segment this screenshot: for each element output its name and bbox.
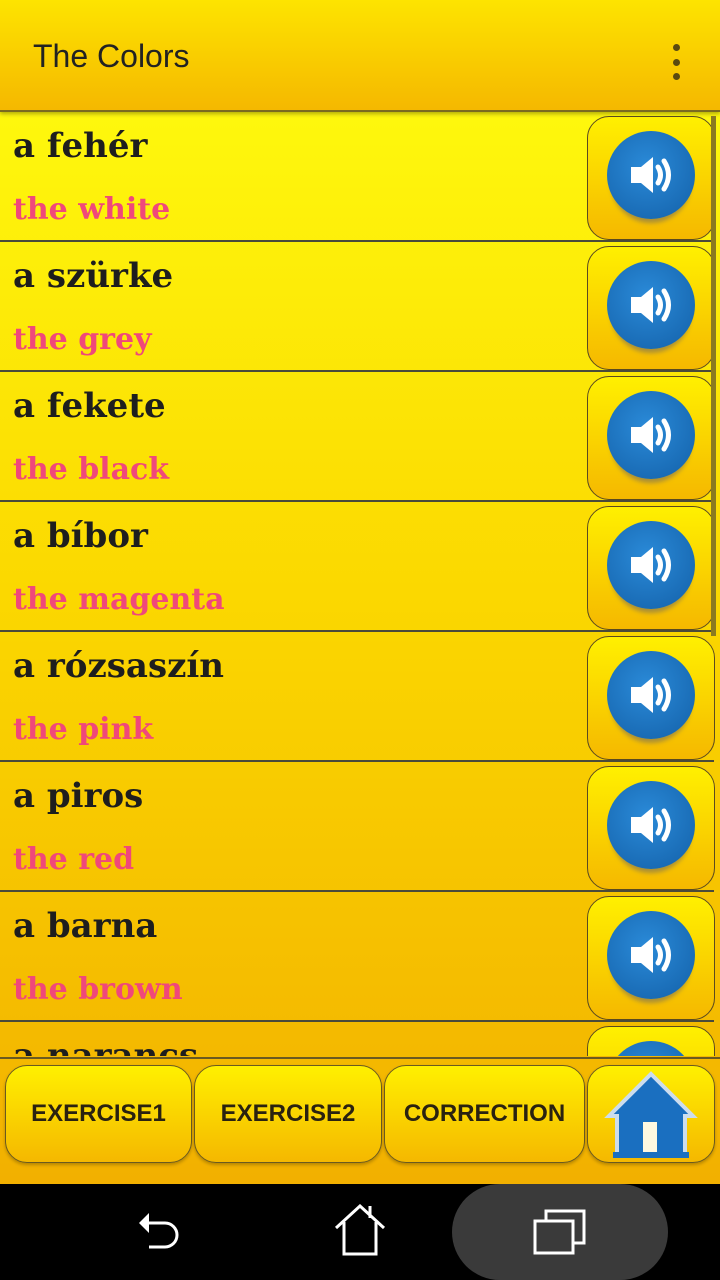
play-audio-button[interactable]	[587, 1026, 715, 1056]
back-button[interactable]	[110, 1184, 210, 1280]
recents-button[interactable]	[452, 1184, 668, 1280]
speaker-icon	[607, 651, 695, 739]
bottom-bar: EXERCISE1 EXERCISE2 CORRECTION	[0, 1057, 720, 1184]
play-audio-button[interactable]	[587, 376, 715, 500]
more-vert-icon[interactable]	[668, 44, 684, 80]
system-nav-bar	[0, 1184, 720, 1280]
scrollbar[interactable]	[711, 116, 716, 636]
word-row[interactable]: a barna the brown	[0, 892, 715, 1022]
word-row[interactable]: a szürke the grey	[0, 242, 715, 372]
hungarian-word: a bíbor	[13, 516, 148, 556]
speaker-icon	[607, 391, 695, 479]
english-translation: the magenta	[13, 582, 225, 617]
home-button[interactable]	[587, 1065, 715, 1163]
word-row[interactable]: a fekete the black	[0, 372, 715, 502]
hungarian-word: a fehér	[13, 126, 148, 166]
hungarian-word: a rózsaszín	[13, 646, 225, 686]
hungarian-word: a piros	[13, 776, 144, 816]
hungarian-word: a fekete	[13, 386, 166, 426]
home-outline-icon	[334, 1204, 386, 1256]
hungarian-word: a szürke	[13, 256, 174, 296]
word-row[interactable]: a rózsaszín the pink	[0, 632, 715, 762]
word-list[interactable]: a narancs a barna the brown a piros the …	[0, 112, 720, 1056]
speaker-icon	[607, 781, 695, 869]
hungarian-word: a narancs	[13, 1036, 199, 1056]
speaker-icon	[607, 261, 695, 349]
word-row[interactable]: a piros the red	[0, 762, 715, 892]
english-translation: the pink	[13, 712, 154, 747]
recents-icon	[533, 1209, 586, 1255]
home-icon	[604, 1071, 698, 1158]
play-audio-button[interactable]	[587, 246, 715, 370]
word-row[interactable]: a fehér the white	[0, 112, 715, 242]
play-audio-button[interactable]	[587, 506, 715, 630]
hungarian-word: a barna	[13, 906, 158, 946]
english-translation: the red	[13, 842, 135, 877]
word-row[interactable]: a bíbor the magenta	[0, 502, 715, 632]
play-audio-button[interactable]	[587, 896, 715, 1020]
app-screen: The Colors a narancs a barna the brown a…	[0, 0, 720, 1184]
exercise2-button[interactable]: EXERCISE2	[194, 1065, 382, 1163]
speaker-icon	[607, 521, 695, 609]
exercise1-button[interactable]: EXERCISE1	[5, 1065, 192, 1163]
english-translation: the black	[13, 452, 170, 487]
english-translation: the grey	[13, 322, 152, 357]
app-bar: The Colors	[0, 0, 720, 112]
play-audio-button[interactable]	[587, 116, 715, 240]
word-row[interactable]: a narancs	[0, 1022, 715, 1056]
play-audio-button[interactable]	[587, 636, 715, 760]
page-title: The Colors	[33, 38, 190, 74]
play-audio-button[interactable]	[587, 766, 715, 890]
speaker-icon	[607, 131, 695, 219]
english-translation: the brown	[13, 972, 183, 1007]
home-nav-button[interactable]	[310, 1184, 410, 1280]
speaker-icon	[607, 911, 695, 999]
speaker-icon	[607, 1041, 695, 1056]
english-translation: the white	[13, 192, 171, 227]
back-icon	[139, 1213, 179, 1249]
correction-button[interactable]: CORRECTION	[384, 1065, 585, 1163]
